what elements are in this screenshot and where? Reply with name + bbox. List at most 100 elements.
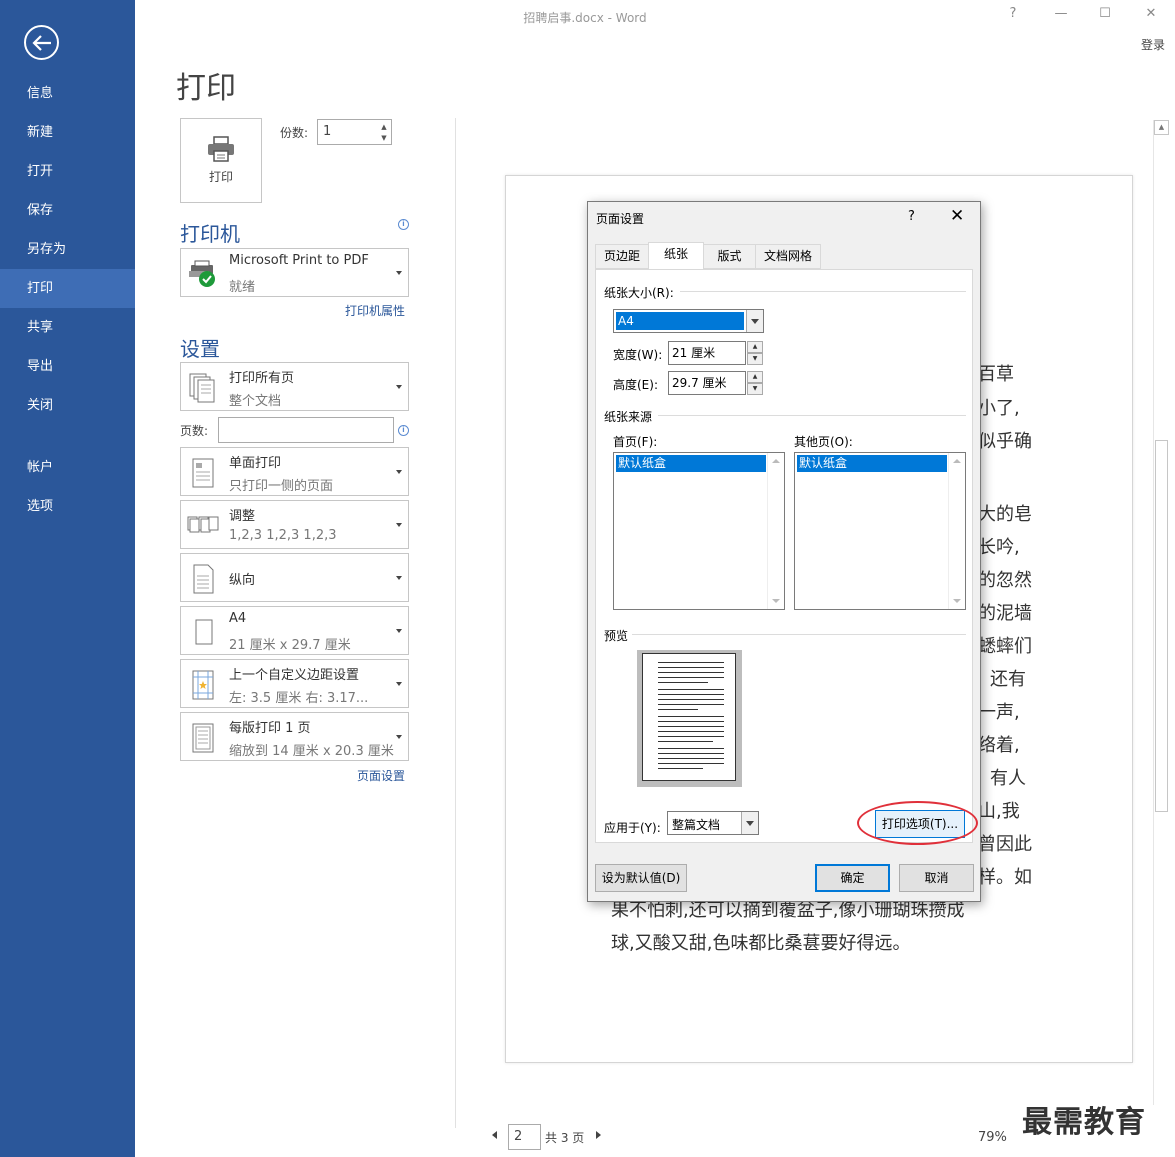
sidebar-item-account[interactable]: 帐户 [0, 448, 135, 487]
zoom-level[interactable]: 79% [978, 1130, 1007, 1145]
next-page-icon[interactable] [596, 1131, 601, 1139]
copies-value: 1 [323, 124, 332, 139]
tab-layout[interactable]: 版式 [703, 244, 756, 269]
group-divider [632, 634, 966, 635]
preview-scrollbar[interactable]: ▲ [1153, 120, 1169, 1105]
other-pages-selected[interactable]: 默认纸盒 [797, 455, 947, 472]
scroll-up-icon[interactable] [772, 459, 780, 463]
margins-dropdown[interactable]: 上一个自定义边距设置 左: 3.5 厘米 右: 3.17... [180, 659, 409, 708]
apply-to-label: 应用于(Y): [604, 821, 661, 835]
preview-text-line: 百草 [978, 364, 1014, 385]
width-spinner[interactable]: ▲ ▼ [747, 341, 763, 365]
pages-icon [189, 373, 215, 403]
preview-text-line: 曾因此 [978, 834, 1032, 855]
paper-size-dropdown[interactable]: A4 21 厘米 x 29.7 厘米 [180, 606, 409, 655]
copies-input[interactable]: 1 ▲ ▼ [317, 119, 392, 145]
sidebar-item-export[interactable]: 导出 [0, 347, 135, 386]
pages-info-icon[interactable]: i [398, 425, 409, 436]
help-button[interactable]: ? [1003, 6, 1023, 21]
preview-text-line: 的泥墙 [978, 603, 1032, 624]
set-default-button[interactable]: 设为默认值(D) [595, 864, 687, 892]
margins-sub: 左: 3.5 厘米 右: 3.17... [229, 691, 369, 706]
prev-page-icon[interactable] [492, 1131, 497, 1139]
printer-properties-link[interactable]: 打印机属性 [345, 302, 405, 319]
paper-size-label: A4 [229, 611, 247, 626]
pages-input[interactable] [218, 417, 394, 443]
spin-down-icon[interactable]: ▼ [747, 383, 763, 395]
ok-button[interactable]: 确定 [815, 864, 890, 892]
preview-text-line: 长吟, [978, 537, 1020, 558]
backstage-sidebar: 信息 新建 打开 保存 另存为 打印 共享 导出 关闭 帐户 选项 [0, 0, 135, 1157]
combo-dropdown-icon[interactable] [741, 812, 758, 834]
sidebar-item-new[interactable]: 新建 [0, 113, 135, 152]
preview-text-line: 球,又酸又甜,色味都比桑葚要好得远。 [611, 933, 911, 954]
spin-up-icon[interactable]: ▲ [747, 341, 763, 353]
dialog-help-button[interactable]: ? [908, 209, 915, 224]
spin-down-icon[interactable]: ▼ [379, 133, 389, 143]
panel-divider [455, 118, 456, 1128]
pages-per-sheet-dropdown[interactable]: 每版打印 1 页 缩放到 14 厘米 x 20.3 厘米 [180, 712, 409, 761]
spin-down-icon[interactable]: ▼ [747, 353, 763, 365]
print-range-dropdown[interactable]: 打印所有页 整个文档 [180, 362, 409, 411]
scroll-down-icon[interactable] [772, 599, 780, 603]
first-page-list[interactable]: 默认纸盒 [613, 452, 785, 610]
sides-dropdown[interactable]: 单面打印 只打印一侧的页面 [180, 447, 409, 496]
close-window-button[interactable]: ✕ [1141, 6, 1161, 21]
print-button[interactable]: 打印 [180, 118, 262, 203]
login-link[interactable]: 登录 [1141, 36, 1165, 53]
other-pages-list[interactable]: 默认纸盒 [794, 452, 966, 610]
orientation-label: 纵向 [229, 573, 256, 588]
printer-name: Microsoft Print to PDF [229, 253, 369, 268]
page-title: 打印 [176, 71, 236, 106]
preview-text-line: 蟋蟀们 [978, 636, 1032, 657]
chevron-down-icon [396, 469, 402, 474]
height-spinner[interactable]: ▲ ▼ [747, 371, 763, 395]
page-setup-dialog: 页面设置 ? ✕ 页边距 纸张 版式 文档网格 纸张大小(R): A4 宽度(W… [587, 201, 981, 902]
sidebar-item-print[interactable]: 打印 [0, 269, 135, 308]
tab-margins[interactable]: 页边距 [595, 244, 649, 269]
dialog-title: 页面设置 [596, 212, 645, 226]
orientation-dropdown[interactable]: 纵向 [180, 553, 409, 602]
tab-doc-grid[interactable]: 文档网格 [755, 244, 821, 269]
tab-paper[interactable]: 纸张 [648, 242, 704, 269]
printer-info-icon[interactable]: i [398, 219, 409, 230]
spin-up-icon[interactable]: ▲ [379, 122, 389, 132]
height-input[interactable]: 29.7 厘米 [668, 371, 746, 395]
sidebar-item-save[interactable]: 保存 [0, 191, 135, 230]
collate-dropdown[interactable]: 调整 1,2,3 1,2,3 1,2,3 [180, 500, 409, 549]
first-page-selected[interactable]: 默认纸盒 [616, 455, 766, 472]
combo-dropdown-icon[interactable] [746, 310, 763, 332]
cancel-button[interactable]: 取消 [899, 864, 974, 892]
spin-up-icon[interactable]: ▲ [747, 371, 763, 383]
scroll-thumb[interactable] [1155, 440, 1168, 812]
minimize-button[interactable]: — [1051, 6, 1071, 21]
chevron-down-icon [396, 384, 402, 389]
dialog-close-button[interactable]: ✕ [950, 206, 964, 226]
sidebar-item-info[interactable]: 信息 [0, 74, 135, 113]
sidebar-item-save-as[interactable]: 另存为 [0, 230, 135, 269]
portrait-icon [193, 564, 214, 594]
print-button-label: 打印 [208, 170, 233, 184]
paper-size-combo[interactable]: A4 [613, 309, 764, 333]
title-bar: 招聘启事.docx - Word ? — ☐ ✕ [135, 0, 1175, 34]
preview-text-line: 样。如 [978, 867, 1032, 888]
list-scrollbar[interactable] [948, 453, 965, 609]
apply-to-combo[interactable]: 整篇文档 [667, 811, 759, 835]
width-input[interactable]: 21 厘米 [668, 341, 746, 365]
scroll-up-icon[interactable] [953, 459, 961, 463]
maximize-button[interactable]: ☐ [1095, 6, 1115, 21]
sidebar-item-open[interactable]: 打开 [0, 152, 135, 191]
list-scrollbar[interactable] [767, 453, 784, 609]
sidebar-item-share[interactable]: 共享 [0, 308, 135, 347]
width-label: 宽度(W): [613, 348, 663, 362]
sidebar-item-close[interactable]: 关闭 [0, 386, 135, 425]
current-page-input[interactable]: 2 [508, 1124, 541, 1150]
sidebar-item-options[interactable]: 选项 [0, 487, 135, 526]
back-button[interactable] [24, 25, 59, 60]
chevron-down-icon [396, 734, 402, 739]
printer-dropdown[interactable]: Microsoft Print to PDF 就绪 [180, 248, 409, 297]
scroll-up-icon[interactable]: ▲ [1154, 120, 1169, 135]
scroll-down-icon[interactable] [953, 599, 961, 603]
page-setup-link[interactable]: 页面设置 [357, 767, 405, 784]
